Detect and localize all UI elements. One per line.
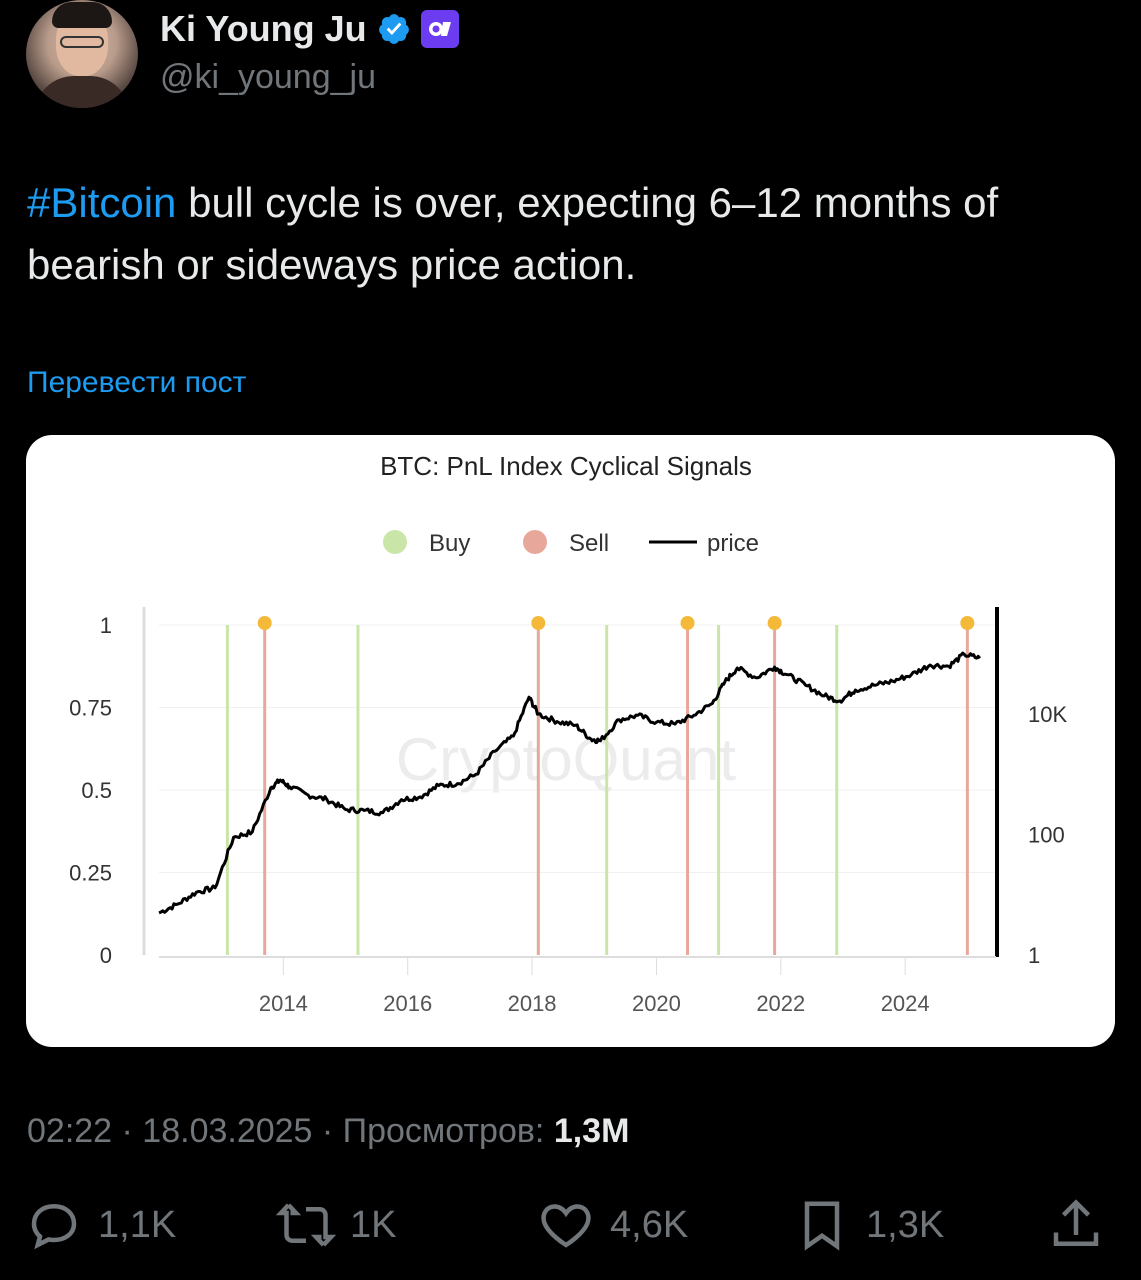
x-tick-label: 2020 bbox=[632, 991, 681, 1016]
like-count: 4,6K bbox=[610, 1203, 689, 1246]
chart-axes: 0 0.25 0.5 0.75 1 1 100 10K 2014 2016 2018 2020 2022… bbox=[69, 607, 1067, 1016]
avatar-hair bbox=[52, 2, 112, 28]
bookmark-button[interactable]: 1,3K bbox=[792, 1195, 944, 1255]
legend-label-price: price bbox=[707, 530, 759, 557]
post-meta: 02:22 · 18.03.2025 · Просмотров: 1,3M bbox=[27, 1112, 629, 1151]
affiliate-badge-icon[interactable] bbox=[420, 10, 459, 48]
chart-legend: Buy Sell price bbox=[383, 530, 759, 557]
y-left-tick-label: 0 bbox=[100, 943, 112, 968]
avatar-glasses bbox=[60, 36, 104, 48]
chart-card[interactable]: BTC: PnL Index Cyclical Signals Buy Sell p… bbox=[26, 435, 1115, 1047]
sell-signal-dot bbox=[257, 616, 272, 630]
reply-button[interactable]: 1,1K bbox=[24, 1195, 176, 1255]
y-left-tick-label: 0.5 bbox=[81, 778, 112, 803]
share-button[interactable] bbox=[1046, 1195, 1106, 1255]
y-left-tick-label: 1 bbox=[100, 613, 112, 638]
hashtag-link[interactable]: #Bitcoin bbox=[27, 179, 176, 226]
x-tick-label: 2022 bbox=[756, 991, 805, 1016]
x-tick-label: 2018 bbox=[508, 991, 557, 1016]
sell-signal-dot bbox=[531, 616, 546, 630]
reply-icon bbox=[31, 1203, 77, 1250]
repost-button[interactable]: 1K bbox=[276, 1195, 396, 1255]
repost-icon bbox=[276, 1203, 336, 1247]
bookmark-icon bbox=[804, 1201, 840, 1251]
heart-icon bbox=[541, 1204, 591, 1248]
like-button[interactable]: 4,6K bbox=[536, 1195, 688, 1255]
repost-count: 1K bbox=[350, 1203, 397, 1246]
y-right-tick-label: 1 bbox=[1028, 943, 1040, 968]
author-handle[interactable]: @ki_young_ju bbox=[160, 58, 376, 97]
x-tick-label: 2024 bbox=[881, 991, 930, 1016]
legend-label-sell: Sell bbox=[569, 530, 609, 557]
chart-title: BTC: PnL Index Cyclical Signals bbox=[380, 451, 752, 481]
legend-marker-sell bbox=[523, 530, 547, 554]
sell-signal-dot bbox=[680, 616, 695, 630]
y-right-tick-label: 100 bbox=[1028, 822, 1065, 847]
action-bar: 1,1K 1K 4,6K 1,3K bbox=[0, 1195, 1141, 1265]
y-left-tick-label: 0.75 bbox=[69, 696, 112, 721]
reply-count: 1,1K bbox=[98, 1203, 177, 1246]
bookmark-count: 1,3K bbox=[866, 1203, 945, 1246]
legend-label-buy: Buy bbox=[429, 530, 470, 557]
legend-marker-buy bbox=[383, 530, 407, 554]
post-text: #Bitcoin bull cycle is over, expecting 6… bbox=[27, 172, 1117, 296]
author-avatar[interactable] bbox=[26, 0, 138, 108]
view-count: 1,3M bbox=[553, 1112, 630, 1150]
share-icon bbox=[1053, 1199, 1099, 1246]
sell-signal-dot bbox=[960, 616, 975, 630]
author-name-row[interactable]: Ki Young Ju bbox=[160, 8, 459, 50]
y-left-tick-label: 0.25 bbox=[69, 861, 112, 886]
verified-badge-icon bbox=[378, 14, 409, 44]
author-name[interactable]: Ki Young Ju bbox=[160, 8, 367, 50]
chart-watermark: CryptoQuant bbox=[396, 726, 736, 793]
x-tick-label: 2014 bbox=[259, 991, 308, 1016]
translate-post-link[interactable]: Перевести пост bbox=[27, 366, 246, 400]
x-tick-label: 2016 bbox=[383, 991, 432, 1016]
avatar-shoulders bbox=[34, 76, 130, 108]
sell-signal-dot bbox=[767, 616, 782, 630]
chart-svg: BTC: PnL Index Cyclical Signals Buy Sell p… bbox=[69, 451, 1067, 1016]
y-right-tick-label: 10K bbox=[1028, 702, 1067, 727]
post-timestamp[interactable]: 02:22 · 18.03.2025 · Просмотров: bbox=[27, 1112, 554, 1150]
